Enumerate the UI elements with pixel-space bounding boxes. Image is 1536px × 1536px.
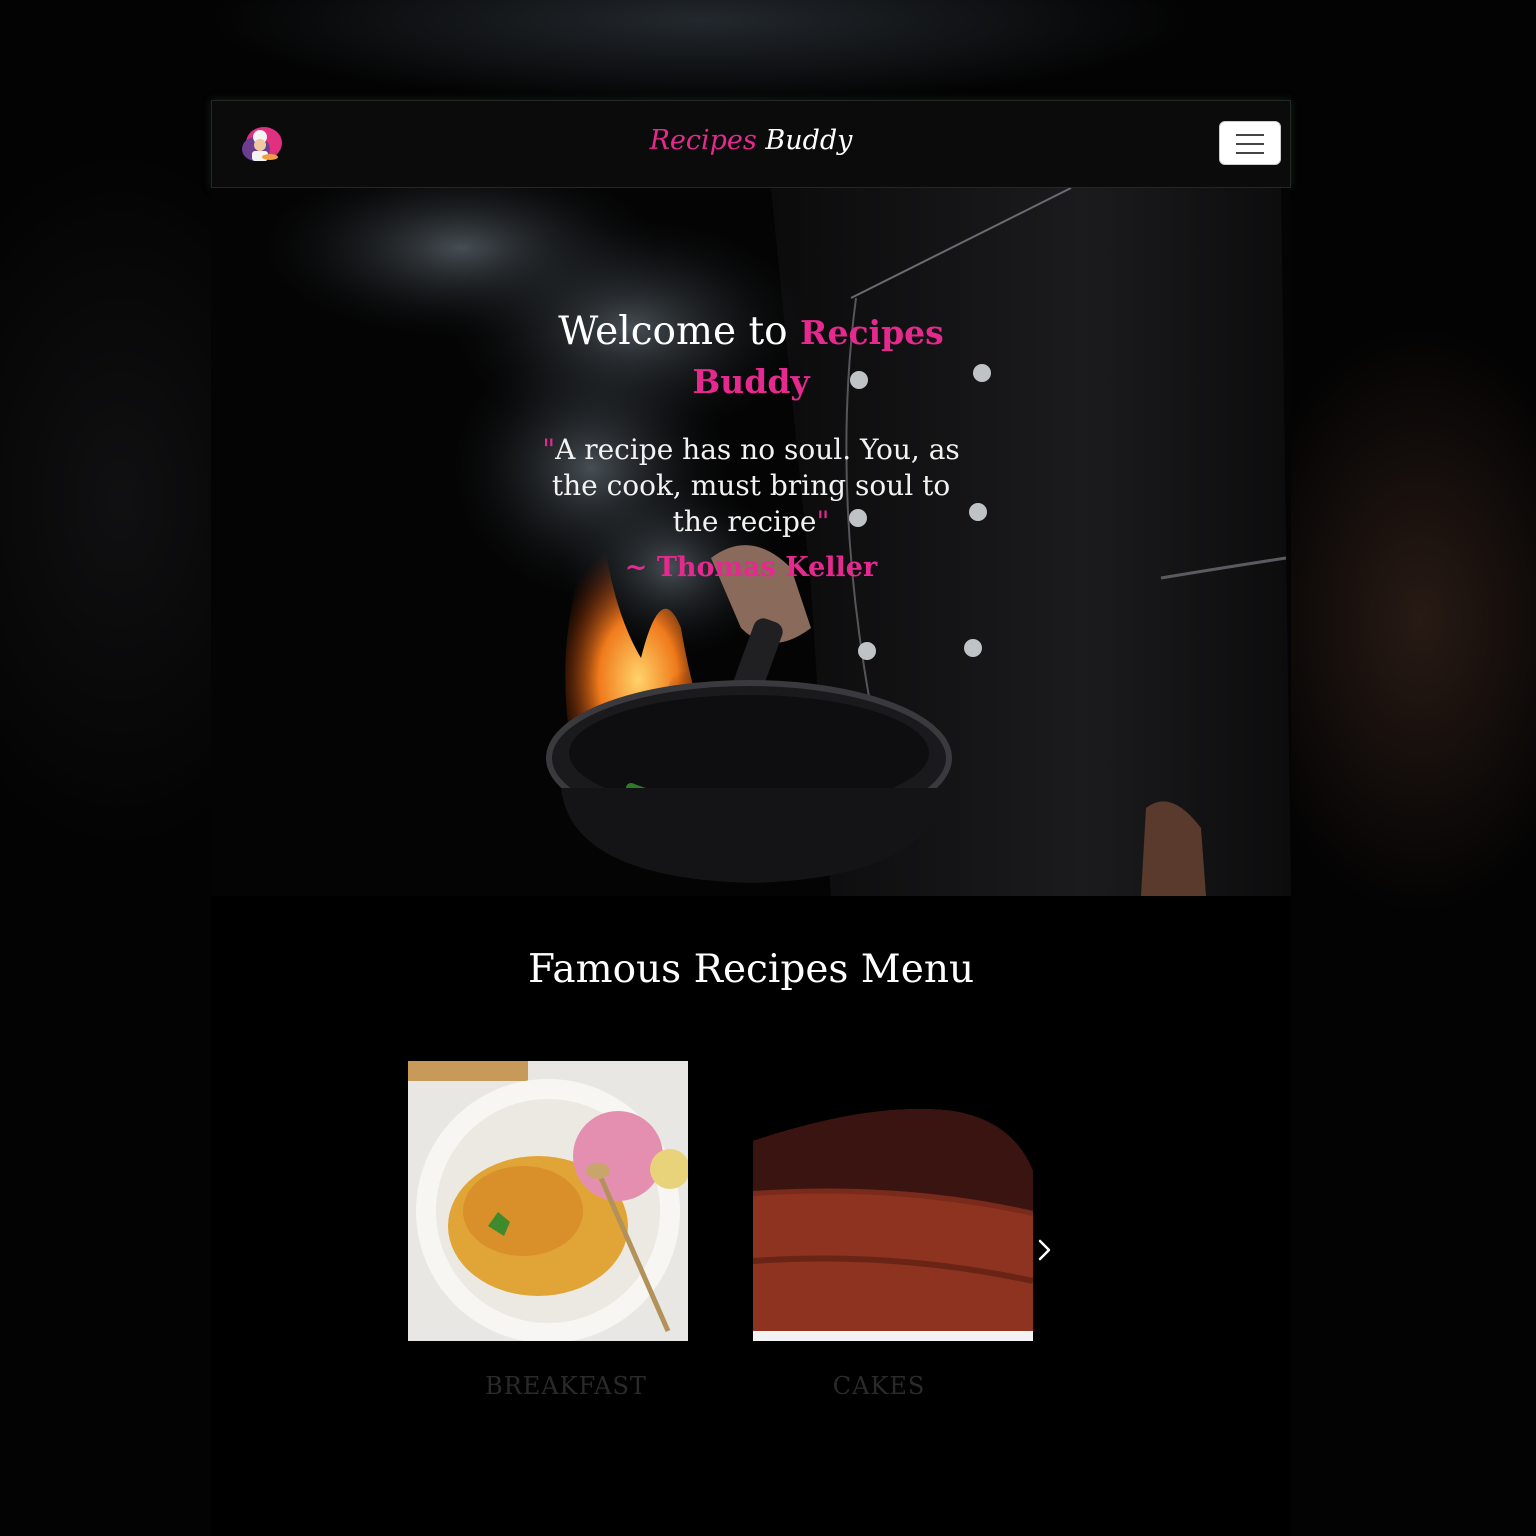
hamburger-line <box>1236 143 1264 145</box>
breakfast-image <box>408 1061 688 1341</box>
recipe-card-cakes[interactable] <box>753 1061 1033 1341</box>
hero-text-block: Welcome to Recipes Buddy "A recipe has n… <box>531 308 971 583</box>
chevron-right-icon[interactable] <box>1033 1236 1057 1264</box>
hamburger-line <box>1236 152 1264 154</box>
quote-close-mark: " <box>816 505 830 538</box>
recipe-card-breakfast[interactable] <box>408 1061 688 1341</box>
cakes-image <box>753 1061 1033 1341</box>
brand-part-recipes: Recipes <box>649 125 757 156</box>
quote-open-mark: " <box>542 433 556 466</box>
hero-section: Welcome to Recipes Buddy "A recipe has n… <box>211 188 1291 896</box>
hero-title: Welcome to Recipes Buddy <box>531 308 971 406</box>
brand-part-buddy: Buddy <box>765 125 853 156</box>
menu-heading: Famous Recipes Menu <box>527 947 975 992</box>
quote-author: ~ Thomas Keller <box>624 552 878 583</box>
navbar: Recipes Buddy <box>211 100 1291 188</box>
hero-quote: "A recipe has no soul. You, as the cook,… <box>531 432 971 540</box>
app-frame: Recipes Buddy Welcome to Recipes Buddy "… <box>211 100 1291 1536</box>
hamburger-line <box>1236 134 1264 136</box>
hero-title-prefix: Welcome to <box>558 309 788 354</box>
quote-text: A recipe has no soul. You, as the cook, … <box>551 433 960 538</box>
card-label-breakfast[interactable]: BREAKFAST <box>426 1372 706 1400</box>
card-label-cakes[interactable]: CAKES <box>739 1372 1019 1400</box>
hamburger-menu-button[interactable] <box>1219 121 1281 165</box>
brand-title[interactable]: Recipes Buddy <box>212 125 1290 156</box>
